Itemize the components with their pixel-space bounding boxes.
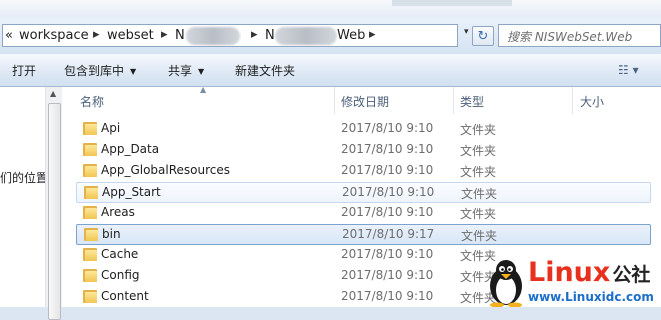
scrollbar-thumb[interactable] bbox=[48, 103, 61, 320]
breadcrumb-workspace[interactable]: workspace bbox=[19, 28, 89, 43]
column-type[interactable]: 类型 bbox=[460, 93, 484, 110]
share-button[interactable]: 共享 ▼ bbox=[168, 62, 204, 79]
column-header: ▲ 名称 修改日期 类型 大小 bbox=[62, 85, 661, 114]
file-row[interactable]: Areas 2017/8/10 9:10 文件夹 bbox=[76, 203, 651, 224]
include-in-library-button[interactable]: 包含到库中 ▼ bbox=[64, 62, 136, 79]
file-name: Content bbox=[101, 289, 149, 303]
file-row[interactable]: bin 2017/8/10 9:17 文件夹 bbox=[76, 224, 651, 245]
folder-icon bbox=[83, 269, 97, 282]
file-name: App_Start bbox=[102, 185, 161, 199]
command-bar: 打开 包含到库中 ▼ 共享 ▼ 新建文件夹 ☷ ▾ bbox=[0, 54, 661, 87]
file-name: Config bbox=[101, 268, 140, 282]
file-row[interactable]: Api 2017/8/10 9:10 文件夹 bbox=[76, 119, 651, 140]
folder-icon bbox=[83, 248, 97, 261]
file-name: Api bbox=[101, 121, 121, 135]
file-name: App_GlobalResources bbox=[101, 163, 231, 177]
redacted-segment bbox=[275, 27, 337, 45]
overflow-chevron-icon[interactable]: « bbox=[5, 28, 13, 43]
file-type: 文件夹 bbox=[461, 229, 498, 243]
address-bar[interactable]: « workspace ▸ webset ▸ N ▸ N Web ▸ bbox=[2, 24, 458, 47]
file-name: bin bbox=[102, 227, 121, 241]
search-input[interactable]: 搜索 NISWebSet.Web bbox=[498, 24, 661, 47]
file-row[interactable]: App_Start 2017/8/10 9:10 文件夹 bbox=[76, 182, 651, 203]
top-strip bbox=[0, 0, 661, 18]
refresh-icon[interactable]: ↻ bbox=[472, 26, 494, 46]
column-modified[interactable]: 修改日期 bbox=[341, 93, 389, 110]
folder-icon bbox=[83, 206, 97, 219]
breadcrumb-separator-icon[interactable]: ▸ bbox=[161, 27, 168, 42]
brand-chinese: 公社 bbox=[612, 264, 651, 286]
redacted-segment bbox=[186, 27, 240, 45]
new-folder-button[interactable]: 新建文件夹 bbox=[235, 62, 295, 79]
view-options-icon[interactable]: ☷ ▾ bbox=[618, 63, 639, 77]
brand-latin: Linux bbox=[528, 257, 611, 288]
folder-icon bbox=[83, 290, 97, 303]
folder-icon bbox=[84, 228, 98, 241]
file-type: 文件夹 bbox=[460, 144, 497, 158]
column-name[interactable]: 名称 bbox=[80, 93, 104, 110]
file-modified: 2017/8/10 9:10 bbox=[341, 163, 434, 177]
file-modified: 2017/8/10 9:17 bbox=[342, 227, 435, 241]
breadcrumb-n1[interactable]: N bbox=[175, 28, 185, 43]
column-separator[interactable] bbox=[453, 87, 454, 114]
open-button[interactable]: 打开 bbox=[12, 62, 36, 79]
share-label: 共享 bbox=[168, 64, 193, 78]
file-name: Areas bbox=[101, 205, 135, 219]
navigation-pane: 们的位置 bbox=[0, 87, 48, 307]
brand-url: www.Linuxidc.com bbox=[528, 290, 654, 304]
folder-icon bbox=[83, 143, 97, 156]
file-modified: 2017/8/10 9:10 bbox=[341, 289, 434, 303]
search-placeholder: 搜索 NISWebSet.Web bbox=[507, 30, 633, 44]
file-row[interactable]: App_GlobalResources 2017/8/10 9:10 文件夹 bbox=[76, 161, 651, 182]
dropdown-arrow-icon: ▼ bbox=[198, 67, 205, 76]
file-type: 文件夹 bbox=[461, 187, 498, 201]
breadcrumb-n2[interactable]: N bbox=[265, 28, 275, 43]
breadcrumb-separator-icon[interactable]: ▸ bbox=[251, 27, 258, 42]
penguin-icon bbox=[490, 260, 522, 307]
file-modified: 2017/8/10 9:10 bbox=[341, 142, 434, 156]
breadcrumb-webset[interactable]: webset bbox=[107, 28, 154, 43]
file-type: 文件夹 bbox=[460, 123, 497, 137]
breadcrumb-web[interactable]: Web bbox=[337, 28, 365, 43]
folder-icon bbox=[83, 164, 97, 177]
brand-text: Linux 公社 bbox=[528, 258, 650, 290]
file-modified: 2017/8/10 9:10 bbox=[341, 205, 434, 219]
file-name: Cache bbox=[101, 247, 139, 261]
sort-ascending-icon: ▲ bbox=[200, 85, 207, 94]
faded-bar bbox=[392, 0, 512, 6]
column-separator[interactable] bbox=[334, 87, 335, 114]
column-size[interactable]: 大小 bbox=[580, 93, 604, 110]
file-modified: 2017/8/10 9:10 bbox=[341, 268, 434, 282]
file-modified: 2017/8/10 9:10 bbox=[342, 185, 435, 199]
file-row[interactable]: App_Data 2017/8/10 9:10 文件夹 bbox=[76, 140, 651, 161]
breadcrumb-separator-icon[interactable]: ▸ bbox=[93, 27, 100, 42]
breadcrumb-separator-icon[interactable]: ▸ bbox=[369, 27, 376, 42]
include-in-library-label: 包含到库中 bbox=[64, 64, 125, 78]
nav-item-partial[interactable]: 们的位置 bbox=[0, 169, 48, 186]
watermark-logo: Linux 公社 www.Linuxidc.com bbox=[484, 258, 661, 307]
scroll-up-icon[interactable]: ▲ bbox=[50, 89, 56, 98]
file-modified: 2017/8/10 9:10 bbox=[341, 121, 434, 135]
file-type: 文件夹 bbox=[460, 165, 497, 179]
file-name: App_Data bbox=[101, 142, 160, 156]
file-modified: 2017/8/10 9:10 bbox=[341, 247, 434, 261]
column-separator[interactable] bbox=[572, 87, 573, 114]
dropdown-arrow-icon: ▼ bbox=[130, 67, 137, 76]
folder-icon bbox=[84, 186, 98, 199]
folder-icon bbox=[83, 122, 97, 135]
file-type: 文件夹 bbox=[460, 207, 497, 221]
nav-scrollbar[interactable]: ▲ bbox=[45, 87, 63, 320]
